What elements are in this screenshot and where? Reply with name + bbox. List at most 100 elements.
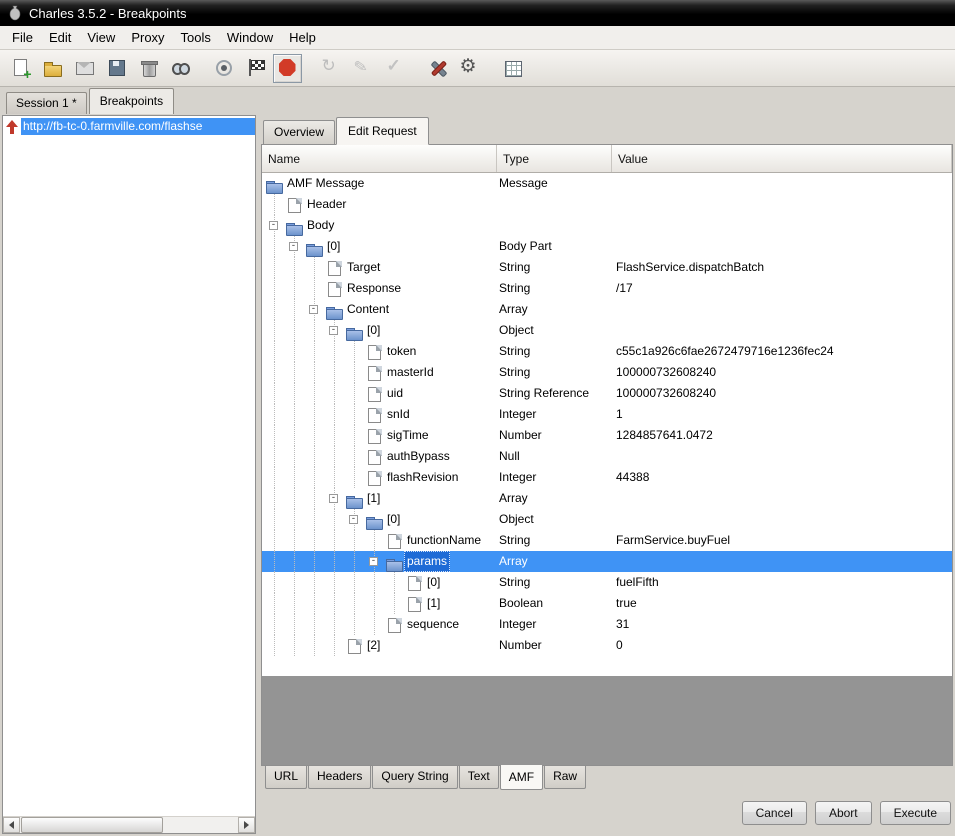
tree-value-cell <box>612 551 952 572</box>
tree-indent-guide <box>265 509 285 530</box>
edit-button[interactable] <box>348 54 377 83</box>
tree-row[interactable]: Response String/17 <box>262 278 952 299</box>
validate-button[interactable] <box>380 54 409 83</box>
tree-indent-guide <box>285 320 305 341</box>
menu-item-file[interactable]: File <box>4 27 41 48</box>
tree-row[interactable]: - Content Array <box>262 299 952 320</box>
file-icon <box>405 572 424 593</box>
column-header-value[interactable]: Value <box>612 145 952 172</box>
folder-icon <box>285 215 304 236</box>
compose-button[interactable] <box>498 54 527 83</box>
tree-indent-guide <box>265 320 285 341</box>
collapse-expander-icon[interactable]: - <box>349 515 358 524</box>
tree-row[interactable]: functionName String FarmService.buyFuel <box>262 530 952 551</box>
breakpoint-request-item[interactable]: http://fb-tc-0.farmville.com/flashse <box>3 116 255 137</box>
flag-button[interactable] <box>241 54 270 83</box>
tab-session-1[interactable]: Session 1 * <box>6 92 87 114</box>
tree-row[interactable]: sigTime Number 1284857641.0472 <box>262 425 952 446</box>
cancel-button[interactable]: Cancel <box>741 801 807 825</box>
tree-value-cell: 100000732608240 <box>616 365 717 379</box>
tree-node-label: authBypass <box>387 449 450 463</box>
tree-node-label: [1] <box>427 596 441 610</box>
breakpoints-button[interactable] <box>273 53 302 83</box>
column-header-type[interactable]: Type <box>497 145 612 172</box>
tab-headers[interactable]: Headers <box>308 766 372 789</box>
menu-item-edit[interactable]: Edit <box>41 27 79 48</box>
tab-edit-request[interactable]: Edit Request <box>336 117 429 145</box>
tree-type-cell <box>497 215 612 236</box>
tree-row[interactable]: snId Integer 1 <box>262 404 952 425</box>
abort-button[interactable]: Abort <box>814 801 872 825</box>
tree-row[interactable]: sequence Integer 31 <box>262 614 952 635</box>
sidebar-horizontal-scrollbar[interactable] <box>3 816 255 833</box>
action-button-bar: Cancel Abort Execute <box>261 792 953 834</box>
tab-breakpoints[interactable]: Breakpoints <box>88 88 175 114</box>
tree-row[interactable]: - Body <box>262 215 952 236</box>
trash-button[interactable] <box>134 54 163 83</box>
collapse-expander-icon[interactable]: - <box>289 242 298 251</box>
tree-row[interactable]: masterId String 100000732608240 <box>262 362 952 383</box>
scrollbar-thumb[interactable] <box>21 817 163 833</box>
tab-raw[interactable]: Raw <box>544 766 587 789</box>
request-url[interactable]: http://fb-tc-0.farmville.com/flashse <box>21 118 255 135</box>
tree-node-label: [1] <box>367 491 381 505</box>
scroll-left-button[interactable] <box>3 817 20 833</box>
right-arrow-icon <box>244 821 249 829</box>
repeat-button[interactable] <box>316 54 345 83</box>
tree-row[interactable]: authBypass Null <box>262 446 952 467</box>
app-window: Charles 3.5.2 - Breakpoints File Edit View… <box>0 0 955 836</box>
new-session-button[interactable] <box>6 54 35 83</box>
record-button[interactable] <box>209 54 238 83</box>
tree-row[interactable]: - params Array <box>262 551 952 572</box>
settings-button[interactable] <box>455 54 484 83</box>
tree-row[interactable]: - [0] Object <box>262 509 952 530</box>
tree-row[interactable]: [1] Boolean true <box>262 593 952 614</box>
tree-node-label: [0] <box>367 323 381 337</box>
collapse-expander-icon[interactable]: - <box>329 326 338 335</box>
tree-value-cell <box>612 194 952 215</box>
tree-indent-guide <box>265 299 285 320</box>
menu-item-tools[interactable]: Tools <box>173 27 219 48</box>
export-session-button[interactable] <box>70 54 99 83</box>
tree-row[interactable]: flashRevision Integer 44388 <box>262 467 952 488</box>
collapse-expander-icon[interactable]: - <box>309 305 318 314</box>
tree-row[interactable]: AMF Message Message <box>262 173 952 194</box>
menu-item-proxy[interactable]: Proxy <box>123 27 172 48</box>
folder-icon <box>345 488 364 509</box>
title-bar: Charles 3.5.2 - Breakpoints <box>0 0 955 26</box>
tab-url[interactable]: URL <box>265 766 308 789</box>
column-header-name[interactable]: Name <box>262 145 497 172</box>
tab-amf[interactable]: AMF <box>499 765 544 790</box>
tree-row[interactable]: Target String FlashService.dispatchBatch <box>262 257 952 278</box>
tree-name-cell: flashRevision <box>262 467 497 488</box>
tree-indent-guide <box>325 635 345 656</box>
tree-row[interactable]: - [1] Array <box>262 488 952 509</box>
tree-value-cell: fuelFifth <box>616 575 659 589</box>
tab-text[interactable]: Text <box>458 766 499 789</box>
tree-row[interactable]: token String c55c1a926c6fae2672479716e1236… <box>262 341 952 362</box>
execute-button[interactable]: Execute <box>879 801 951 825</box>
menu-item-view[interactable]: View <box>79 27 123 48</box>
menu-item-help[interactable]: Help <box>281 27 324 48</box>
find-button[interactable] <box>166 54 195 83</box>
open-session-button[interactable] <box>38 54 67 83</box>
tree-row[interactable]: - [0] Object <box>262 320 952 341</box>
tree-row[interactable]: [0] String fuelFifth <box>262 572 952 593</box>
tab-overview[interactable]: Overview <box>263 120 336 144</box>
tree-indent-guide <box>265 383 285 404</box>
tree-row[interactable]: [2] Number 0 <box>262 635 952 656</box>
collapse-expander-icon[interactable]: - <box>369 557 378 566</box>
menu-item-window[interactable]: Window <box>219 27 281 48</box>
file-icon <box>385 614 404 635</box>
tools-button[interactable] <box>423 54 452 83</box>
tree-row[interactable]: - [0] Body Part <box>262 236 952 257</box>
collapse-expander-icon[interactable]: - <box>269 221 278 230</box>
save-session-button[interactable] <box>102 54 131 83</box>
session-tab-bar: Session 1 * Breakpoints <box>0 87 955 114</box>
tab-query-string[interactable]: Query String <box>372 766 458 789</box>
tree-row[interactable]: uid String Reference 100000732608240 <box>262 383 952 404</box>
tree-row[interactable]: Header <box>262 194 952 215</box>
collapse-expander-icon[interactable]: - <box>329 494 338 503</box>
tree-indent-guide: - <box>305 299 325 320</box>
scroll-right-button[interactable] <box>238 817 255 833</box>
